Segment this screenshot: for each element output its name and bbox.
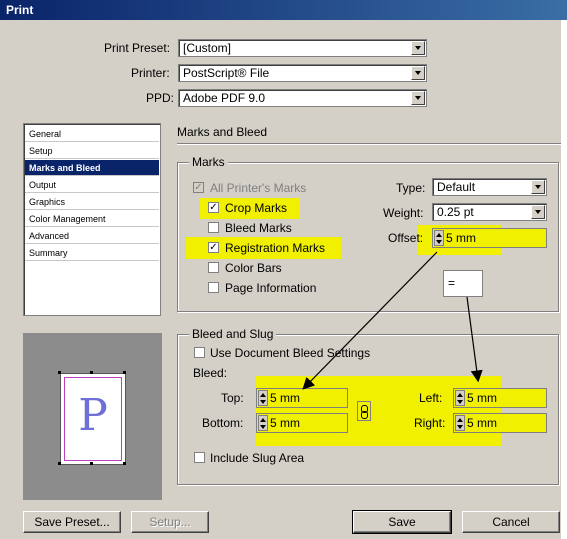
annotation-arrows [302, 251, 483, 390]
setup-button[interactable]: Setup... [131, 511, 209, 533]
save-button[interactable]: Save [352, 510, 452, 534]
cancel-button[interactable]: Cancel [462, 511, 560, 533]
arrow-offset-to-top [302, 251, 438, 390]
save-preset-button[interactable]: Save Preset... [23, 511, 121, 533]
arrow-equals-to-left [466, 296, 483, 383]
